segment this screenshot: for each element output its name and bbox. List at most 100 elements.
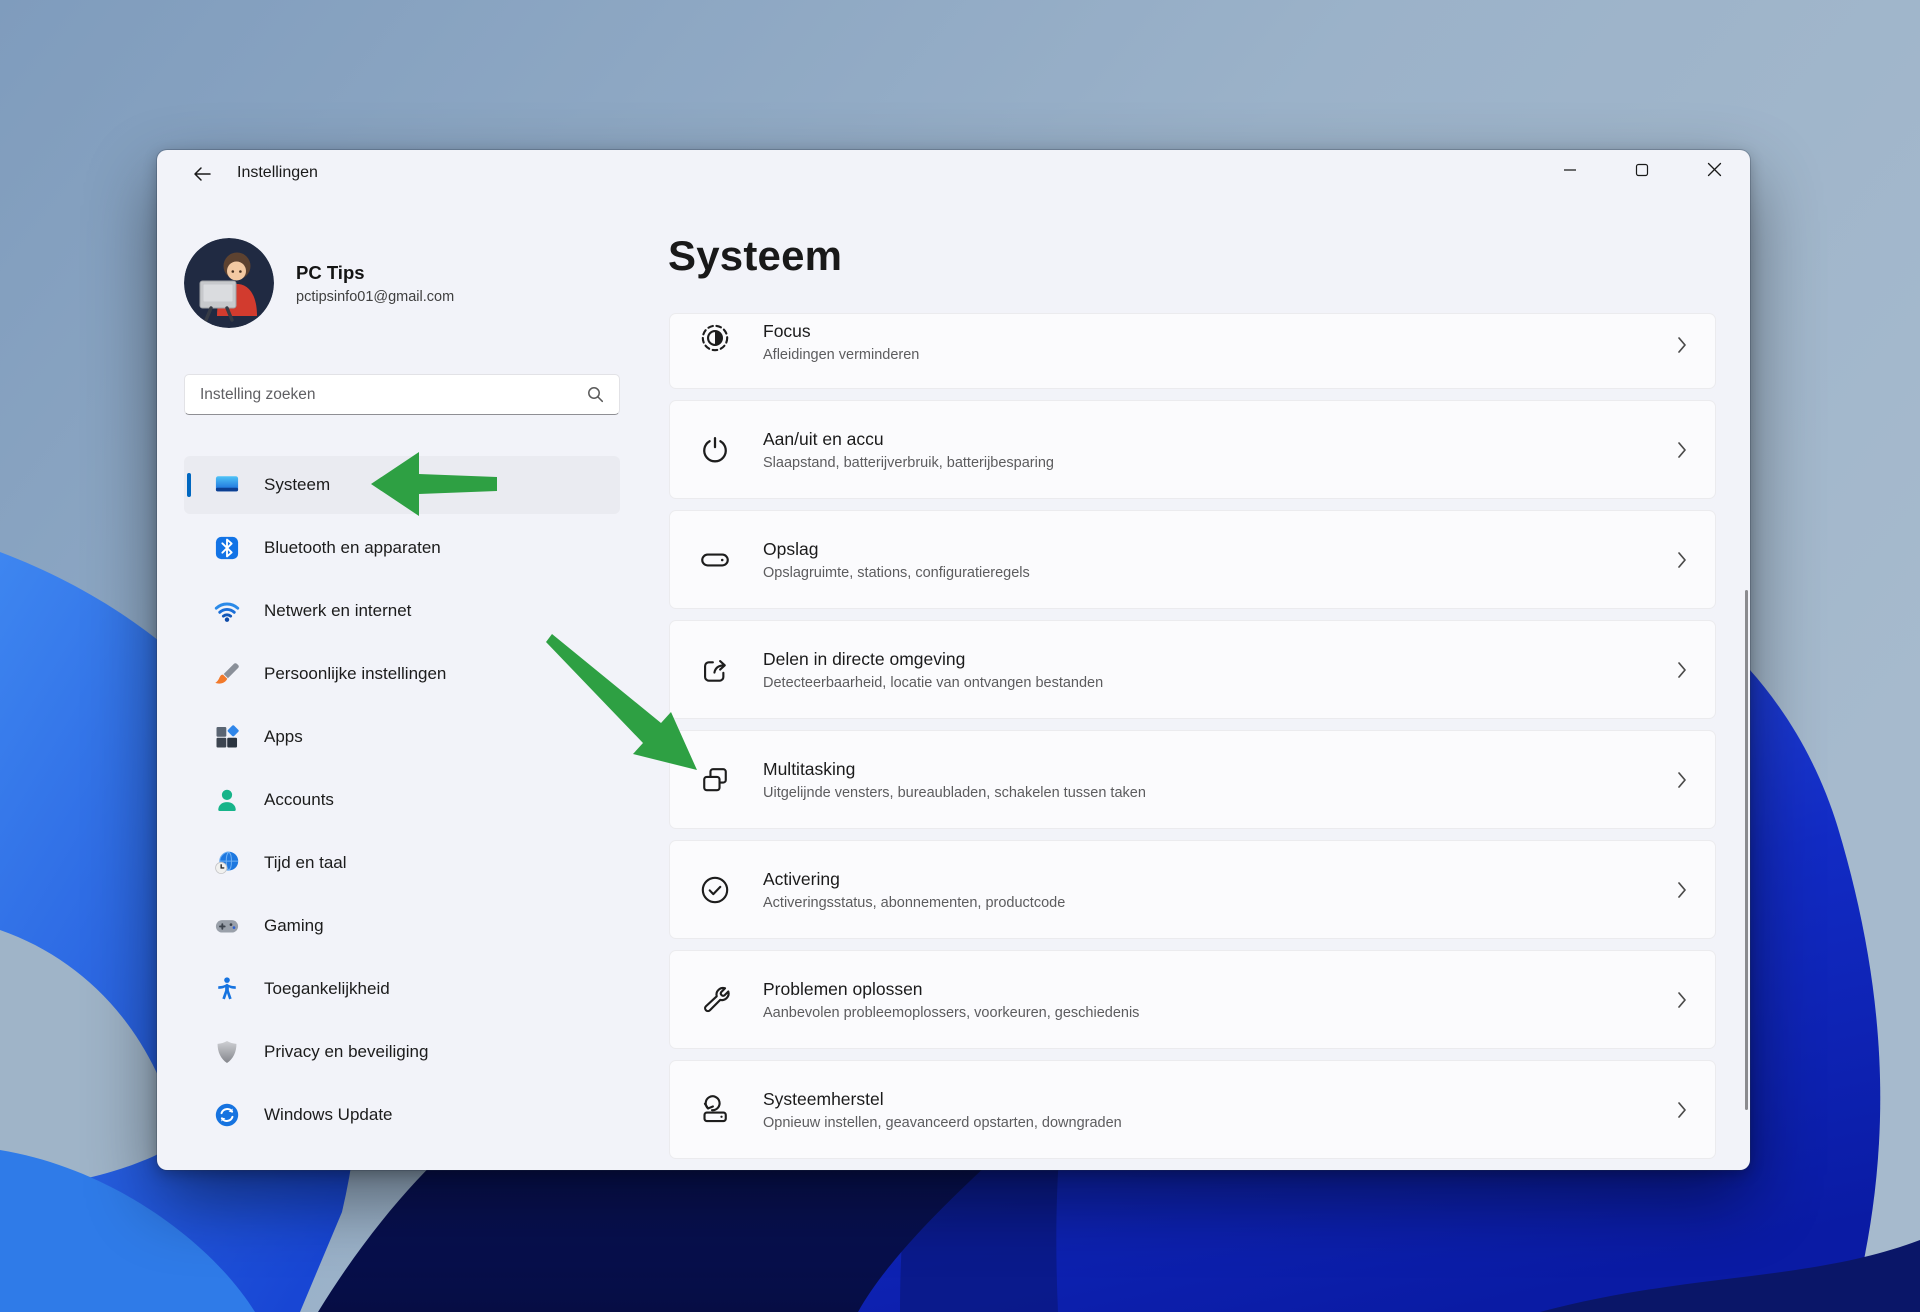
gaming-icon <box>213 912 241 940</box>
avatar <box>184 238 274 328</box>
search-input[interactable] <box>185 386 587 404</box>
power-battery-icon <box>698 433 732 467</box>
sidebar-item-label: Windows Update <box>264 1105 393 1125</box>
row-title: Aan/uit en accu <box>763 429 1054 450</box>
search-icon <box>587 386 604 403</box>
chevron-right-icon <box>1676 770 1688 790</box>
time-language-icon <box>213 849 241 877</box>
close-button[interactable] <box>1678 150 1750 194</box>
sidebar-item-bluetooth[interactable]: Bluetooth en apparaten <box>184 519 620 577</box>
row-title: Activering <box>763 869 1065 890</box>
settings-row-systeemherstel[interactable]: Systeemherstel Opnieuw instellen, geavan… <box>669 1060 1716 1159</box>
search-box <box>184 374 620 415</box>
sidebar: PC Tips pctipsinfo01@gmail.com Systeem <box>157 198 648 1170</box>
sidebar-item-systeem[interactable]: Systeem <box>184 456 620 514</box>
sidebar-item-label: Tijd en taal <box>264 853 347 873</box>
chevron-right-icon <box>1676 880 1688 900</box>
sidebar-item-persoonlijke-instellingen[interactable]: Persoonlijke instellingen <box>184 645 620 703</box>
sidebar-item-apps[interactable]: Apps <box>184 708 620 766</box>
accounts-icon <box>213 786 241 814</box>
row-title: Multitasking <box>763 759 1146 780</box>
sidebar-item-windows-update[interactable]: Windows Update <box>184 1086 620 1144</box>
row-text: Problemen oplossen Aanbevolen probleemop… <box>763 979 1139 1021</box>
back-arrow-icon <box>192 164 212 189</box>
row-text: Delen in directe omgeving Detecteerbaarh… <box>763 649 1103 691</box>
row-subtitle: Slaapstand, batterijverbruik, batterijbe… <box>763 455 1054 471</box>
row-text: Aan/uit en accu Slaapstand, batterijverb… <box>763 429 1054 471</box>
row-title: Opslag <box>763 539 1030 560</box>
personalization-icon <box>213 660 241 688</box>
sidebar-item-tijd-en-taal[interactable]: Tijd en taal <box>184 834 620 892</box>
chevron-right-icon <box>1676 335 1688 355</box>
caption-buttons <box>1534 150 1750 194</box>
sidebar-item-label: Toegankelijkheid <box>264 979 390 999</box>
row-subtitle: Aanbevolen probleemoplossers, voorkeuren… <box>763 1005 1139 1021</box>
settings-list: Focus Afleidingen verminderen Aan/uit en… <box>669 313 1716 1170</box>
row-text: Activering Activeringsstatus, abonnement… <box>763 869 1065 911</box>
profile-text: PC Tips pctipsinfo01@gmail.com <box>296 262 454 305</box>
sidebar-item-label: Netwerk en internet <box>264 601 411 621</box>
vertical-scrollbar[interactable] <box>1745 590 1748 1110</box>
sidebar-item-label: Privacy en beveiliging <box>264 1042 428 1062</box>
chevron-right-icon <box>1676 550 1688 570</box>
nearby-sharing-icon <box>698 653 732 687</box>
row-text: Systeemherstel Opnieuw instellen, geavan… <box>763 1089 1122 1131</box>
sidebar-item-label: Apps <box>264 727 303 747</box>
page-title: Systeem <box>668 232 842 280</box>
row-title: Delen in directe omgeving <box>763 649 1103 670</box>
minimize-button[interactable] <box>1534 150 1606 194</box>
row-title: Systeemherstel <box>763 1089 1122 1110</box>
windows-update-icon <box>213 1101 241 1129</box>
profile-name: PC Tips <box>296 262 454 284</box>
bluetooth-icon <box>213 534 241 562</box>
chevron-right-icon <box>1676 990 1688 1010</box>
sidebar-item-label: Systeem <box>264 475 330 495</box>
settings-row-activering[interactable]: Activering Activeringsstatus, abonnement… <box>669 840 1716 939</box>
titlebar: Instellingen <box>157 150 1750 198</box>
activation-icon <box>698 873 732 907</box>
chevron-right-icon <box>1676 440 1688 460</box>
row-subtitle: Afleidingen verminderen <box>763 347 919 363</box>
row-title: Focus <box>763 321 919 342</box>
accessibility-icon <box>213 975 241 1003</box>
settings-row-aan-uit-en-accu[interactable]: Aan/uit en accu Slaapstand, batterijverb… <box>669 400 1716 499</box>
settings-row-problemen-oplossen[interactable]: Problemen oplossen Aanbevolen probleemop… <box>669 950 1716 1049</box>
row-text: Opslag Opslagruimte, stations, configura… <box>763 539 1030 581</box>
privacy-icon <box>213 1038 241 1066</box>
row-subtitle: Activeringsstatus, abonnementen, product… <box>763 895 1065 911</box>
settings-row-delen-in-directe-omgeving[interactable]: Delen in directe omgeving Detecteerbaarh… <box>669 620 1716 719</box>
row-text: Focus Afleidingen verminderen <box>763 321 919 363</box>
row-subtitle: Opslagruimte, stations, configuratierege… <box>763 565 1030 581</box>
sidebar-item-netwerk[interactable]: Netwerk en internet <box>184 582 620 640</box>
window-title: Instellingen <box>237 164 318 182</box>
row-subtitle: Detecteerbaarheid, locatie van ontvangen… <box>763 675 1103 691</box>
chevron-right-icon <box>1676 660 1688 680</box>
sidebar-item-toegankelijkheid[interactable]: Toegankelijkheid <box>184 960 620 1018</box>
sidebar-item-privacy[interactable]: Privacy en beveiliging <box>184 1023 620 1081</box>
recovery-icon <box>698 1093 732 1127</box>
troubleshoot-icon <box>698 983 732 1017</box>
minimize-icon <box>1563 163 1577 182</box>
sidebar-item-gaming[interactable]: Gaming <box>184 897 620 955</box>
storage-icon <box>698 543 732 577</box>
sidebar-item-label: Accounts <box>264 790 334 810</box>
sidebar-item-label: Persoonlijke instellingen <box>264 664 446 684</box>
row-subtitle: Opnieuw instellen, geavanceerd opstarten… <box>763 1115 1122 1131</box>
settings-row-multitasking[interactable]: Multitasking Uitgelijnde vensters, burea… <box>669 730 1716 829</box>
settings-row-focus[interactable]: Focus Afleidingen verminderen <box>669 313 1716 389</box>
sidebar-item-label: Gaming <box>264 916 324 936</box>
multitasking-icon <box>698 763 732 797</box>
focus-icon <box>698 321 732 355</box>
maximize-icon <box>1635 163 1649 182</box>
settings-window: Instellingen <box>157 150 1750 1170</box>
settings-row-opslag[interactable]: Opslag Opslagruimte, stations, configura… <box>669 510 1716 609</box>
maximize-button[interactable] <box>1606 150 1678 194</box>
sidebar-item-accounts[interactable]: Accounts <box>184 771 620 829</box>
chevron-right-icon <box>1676 1100 1688 1120</box>
user-profile[interactable]: PC Tips pctipsinfo01@gmail.com <box>184 238 454 328</box>
back-button[interactable] <box>183 161 221 191</box>
profile-email: pctipsinfo01@gmail.com <box>296 289 454 305</box>
sidebar-item-label: Bluetooth en apparaten <box>264 538 441 558</box>
row-text: Multitasking Uitgelijnde vensters, burea… <box>763 759 1146 801</box>
sidebar-nav: Systeem Bluetooth en apparaten Netwerk e… <box>184 456 620 1149</box>
